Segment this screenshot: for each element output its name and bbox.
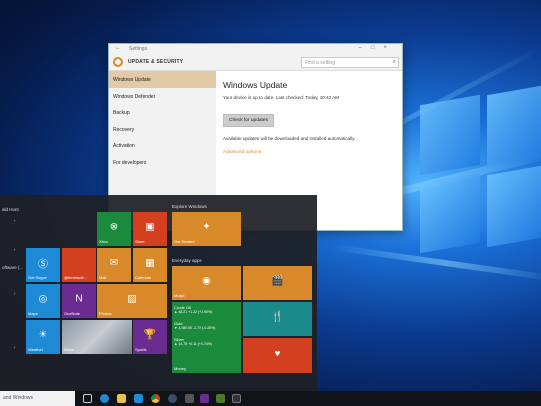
sidebar-item-for-developers[interactable]: For developers: [109, 154, 216, 171]
window-controls[interactable]: –□×: [359, 45, 396, 51]
app-icon[interactable]: [232, 394, 241, 403]
fork-knife-icon: 🍴: [271, 311, 284, 323]
advanced-options-link[interactable]: Advanced options: [223, 150, 398, 155]
tile-get-started[interactable]: ✦ Get Started: [172, 212, 241, 246]
trophy-icon: 🏆: [143, 329, 157, 341]
group-header-explore: Explore Windows: [172, 204, 207, 209]
tile-photos[interactable]: ▨ Photos: [97, 284, 167, 318]
settings-header: UPDATE & SECURITY Find a setting ⌕: [109, 55, 402, 71]
windows-logo-pane-4: [487, 164, 541, 248]
tile-health[interactable]: ♥: [243, 338, 312, 373]
calendar-icon: ▦: [145, 257, 155, 269]
chevron-icon[interactable]: ›: [14, 345, 16, 350]
sidebar-item-windows-update[interactable]: Windows Update: [109, 71, 216, 88]
store-taskbar-icon[interactable]: [134, 394, 143, 403]
page-title: Windows Update: [223, 80, 288, 90]
settings-taskbar-icon[interactable]: [200, 394, 209, 403]
tile-store[interactable]: ▣ Store: [133, 212, 167, 246]
windows-logo-pane-2: [487, 84, 541, 168]
sidebar-item-backup[interactable]: Backup: [109, 104, 216, 121]
start-menu: ald Hunt oftware (... › › › › Explore Wi…: [0, 195, 317, 391]
task-view-icon[interactable]: [83, 394, 92, 403]
window-title: Settings: [129, 46, 148, 52]
search-icon: ⌕: [392, 59, 396, 65]
settings-content: Windows Update Your device is up to date…: [223, 80, 398, 155]
chevron-icon[interactable]: ›: [14, 247, 16, 252]
file-explorer-icon[interactable]: [117, 394, 126, 403]
sidebar-item-activation[interactable]: Activation: [109, 137, 216, 154]
windows-logo-pane-3: [420, 172, 480, 254]
store-icon: ▣: [145, 221, 155, 233]
tile-mail[interactable]: ✉ Mail: [97, 248, 131, 282]
tile-shmersoft[interactable]: @hmersoft...: [62, 248, 96, 282]
app-icon[interactable]: [185, 394, 194, 403]
gold-value: ▼ 1,080.50 -2.70 (-0.25%): [174, 326, 216, 330]
chrome-icon[interactable]: [151, 394, 160, 403]
taskbar-search-box[interactable]: and Windows: [0, 391, 75, 406]
heart-icon: ♥: [274, 348, 281, 360]
section-title: UPDATE & SECURITY: [128, 59, 184, 65]
start-list-item[interactable]: ald Hunt: [2, 207, 19, 212]
chevron-icon[interactable]: ›: [14, 218, 16, 223]
taskbar: and Windows: [0, 391, 541, 406]
update-status: Your device is up to date. Last checked:…: [223, 95, 340, 100]
film-icon: 🎬: [271, 275, 284, 287]
gear-icon: [113, 57, 123, 67]
title-bar: ← Settings –□×: [109, 44, 402, 55]
tile-news[interactable]: News: [62, 320, 132, 354]
back-arrow-icon[interactable]: ←: [115, 45, 121, 51]
tile-sports[interactable]: 🏆 Sports: [133, 320, 167, 354]
edge-icon[interactable]: [100, 394, 109, 403]
tile-maps[interactable]: ◎ Maps: [26, 284, 60, 318]
maps-icon: ◎: [38, 293, 48, 305]
chevron-icon[interactable]: ›: [14, 291, 16, 296]
tile-money[interactable]: Crude Oil ▲ 48.21 +1.22 (+2.60%) Gold ▼ …: [172, 302, 241, 373]
silver-value: ▲ 14.75 +0.11 (+0.74%): [174, 342, 213, 346]
onenote-icon: N: [75, 293, 83, 305]
start-list-item[interactable]: oftware (...: [2, 265, 23, 270]
steam-icon[interactable]: [168, 394, 177, 403]
sidebar-item-windows-defender[interactable]: Windows Defender: [109, 88, 216, 105]
tile-get-skype[interactable]: Ⓢ Get Skype: [26, 248, 60, 282]
music-icon: ◉: [202, 275, 211, 287]
windows-logo-pane-1: [420, 94, 480, 176]
mail-icon: ✉: [109, 257, 119, 269]
check-for-updates-button[interactable]: Check for updates: [223, 114, 274, 127]
photos-icon: ▨: [127, 293, 137, 305]
app-icon[interactable]: [216, 394, 225, 403]
tile-movies[interactable]: 🎬: [243, 266, 312, 300]
crude-oil-value: ▲ 48.21 +1.22 (+2.60%): [174, 310, 213, 314]
weather-icon: ☀: [38, 329, 48, 341]
lightbulb-icon: ✦: [202, 221, 211, 233]
xbox-icon: ⊗: [109, 221, 119, 233]
available-updates-text: Available updates will be downloaded and…: [223, 136, 356, 141]
tile-weather[interactable]: ☀ Weather: [26, 320, 60, 354]
tile-xbox[interactable]: ⊗ Xbox: [97, 212, 131, 246]
search-input[interactable]: Find a setting ⌕: [301, 57, 399, 68]
tile-calendar[interactable]: ▦ Calendar: [133, 248, 167, 282]
tile-onenote[interactable]: N OneNote: [62, 284, 96, 318]
sidebar-item-recovery[interactable]: Recovery: [109, 121, 216, 138]
skype-icon: Ⓢ: [38, 259, 48, 271]
tile-food-drink[interactable]: 🍴: [243, 302, 312, 336]
group-header-everyday: Everyday apps: [172, 258, 202, 263]
tile-music[interactable]: ◉ Music: [172, 266, 241, 300]
